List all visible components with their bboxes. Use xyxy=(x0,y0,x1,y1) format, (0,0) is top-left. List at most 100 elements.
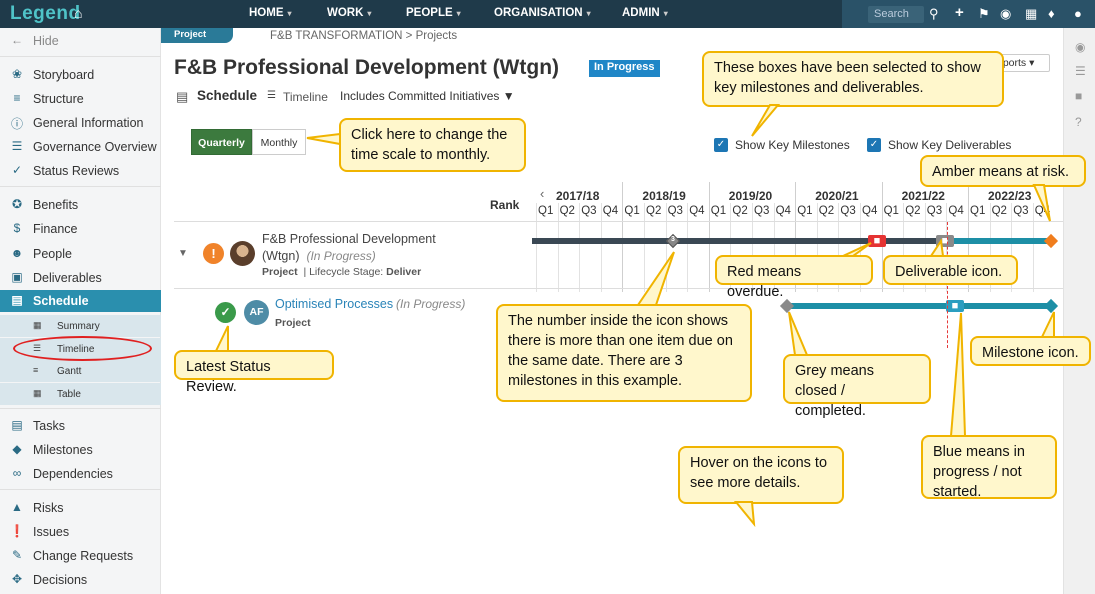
callout-latest-status: Latest Status Review. xyxy=(174,325,334,395)
grid-line xyxy=(536,203,537,292)
quarter-label: Q3 xyxy=(667,205,683,217)
milestone-in-progress-icon[interactable] xyxy=(1043,298,1059,314)
user-icon[interactable]: ● xyxy=(1074,6,1082,21)
arrow-left-icon: ← xyxy=(11,33,23,47)
status-review-ok-icon[interactable]: ✓ xyxy=(215,302,236,323)
change-icon: ✎ xyxy=(11,548,23,562)
document-icon[interactable]: ▦ xyxy=(1025,6,1037,22)
sidebar-item-dependencies[interactable]: ∞ Dependencies xyxy=(0,463,161,485)
project-tab[interactable]: Project xyxy=(161,28,233,43)
sidebar-item-deliverables[interactable]: ▣ Deliverables xyxy=(0,267,161,289)
check-double-icon: ✓ xyxy=(11,163,23,177)
quarter-label: Q1 xyxy=(538,205,554,217)
sidebar-item-governance-overview[interactable]: ☰ Governance Overview xyxy=(0,136,161,158)
quarter-label: Q1 xyxy=(624,205,640,217)
quarter-label: Q2 xyxy=(905,205,921,217)
project-row-status: (In Progress) xyxy=(396,297,466,311)
sidebar-subitem-table[interactable]: ▦ Table xyxy=(0,383,161,405)
link-icon: ∞ xyxy=(12,466,22,480)
sidebar-item-general-information[interactable]: ⓘ General Information xyxy=(0,112,161,134)
sidebar-item-structure[interactable]: ≡ Structure xyxy=(0,88,161,110)
search-input[interactable]: Search xyxy=(868,6,924,23)
chat-icon[interactable]: ◉ xyxy=(1000,6,1011,22)
quarter-label: Q2 xyxy=(559,205,575,217)
sidebar-item-issues[interactable]: ❗ Issues xyxy=(0,521,161,543)
grid-line xyxy=(708,182,710,292)
info-icon: ⓘ xyxy=(10,117,23,131)
rank-header[interactable]: Rank xyxy=(490,198,519,212)
chevron-down-icon: ▾ xyxy=(586,9,591,18)
gantt-header-divider xyxy=(174,221,1063,222)
show-milestones-label: Show Key Milestones xyxy=(735,138,850,152)
sidebar-subitem-summary[interactable]: ▦ Summary xyxy=(0,315,161,337)
help-icon[interactable]: ? xyxy=(1075,115,1082,129)
chevron-down-icon: ▾ xyxy=(367,9,372,18)
quarter-label: Q1 xyxy=(710,205,727,217)
nav-work[interactable]: WORK ▾ xyxy=(327,7,371,19)
comment-icon[interactable]: ◉ xyxy=(1075,40,1085,54)
sidebar-item-finance[interactable]: $ Finance xyxy=(0,218,161,240)
sidebar-item-milestones[interactable]: ◆ Milestones xyxy=(0,439,161,461)
monthly-button[interactable]: Monthly xyxy=(252,129,306,155)
collapse-caret-icon[interactable]: ▼ xyxy=(178,248,188,259)
sidebar-item-change-requests[interactable]: ✎ Change Requests xyxy=(0,545,161,567)
list-icon[interactable]: ☰ xyxy=(1075,64,1086,78)
avatar[interactable] xyxy=(230,241,255,266)
project-row-name[interactable]: F&B Professional Development (Wtgn) (In P… xyxy=(262,231,442,265)
page-title: F&B Professional Development (Wtgn) xyxy=(174,56,560,79)
sidebar-item-status-reviews[interactable]: ✓ Status Reviews xyxy=(0,160,161,182)
callout-grey: Grey means closed / completed. xyxy=(783,311,931,419)
sidebar-subitem-gantt[interactable]: ≡ Gantt xyxy=(0,360,161,382)
deliverable-overdue-icon[interactable]: ■ xyxy=(868,235,886,247)
show-milestones-checkbox[interactable]: ✓ xyxy=(714,138,728,152)
breadcrumb[interactable]: F&B TRANSFORMATION > Projects xyxy=(270,30,457,42)
sidebar-hide[interactable]: ← Hide xyxy=(0,30,161,52)
sidebar-item-benefits[interactable]: ✪ Benefits xyxy=(0,194,161,216)
grid-line xyxy=(579,203,581,292)
schedule-label: Schedule xyxy=(197,88,258,103)
quarter-label: Q4 xyxy=(775,205,791,217)
sidebar-item-schedule[interactable]: ▤ Schedule xyxy=(0,290,161,312)
status-badge: In Progress xyxy=(589,60,660,77)
search-icon[interactable]: ⚲ xyxy=(929,6,939,22)
show-deliverables-label: Show Key Deliverables xyxy=(888,138,1012,152)
status-review-alert-icon[interactable]: ! xyxy=(203,243,224,264)
nav-admin[interactable]: ADMIN ▾ xyxy=(622,7,668,19)
avatar[interactable]: AF xyxy=(244,300,269,325)
year-label: 2019/20 xyxy=(728,189,773,203)
quarter-label: Q3 xyxy=(840,205,856,217)
bookmark-icon[interactable]: ⚑ xyxy=(978,6,990,22)
quarter-label: Q2 xyxy=(732,205,748,217)
includes-dropdown[interactable]: Includes Committed Initiatives ▼ xyxy=(340,89,515,103)
show-deliverables-checkbox[interactable]: ✓ xyxy=(867,138,881,152)
sidebar-item-risks[interactable]: ▲ Risks xyxy=(0,497,161,519)
quarter-label: Q1 xyxy=(883,205,899,217)
bell-icon[interactable]: ♦ xyxy=(1048,6,1055,21)
sidebar-item-storyboard[interactable]: ❀ Storyboard xyxy=(0,64,161,86)
diamond-icon: ◆ xyxy=(12,442,22,456)
project-link-optimised-processes[interactable]: Optimised Processes xyxy=(275,297,393,311)
lock-icon[interactable]: ■ xyxy=(1075,89,1082,103)
chevron-down-icon: ▾ xyxy=(663,9,668,18)
sidebar-item-decisions[interactable]: ✥ Decisions xyxy=(0,569,161,591)
quarterly-button[interactable]: Quarterly xyxy=(191,129,252,155)
chevron-left-icon[interactable]: ‹ xyxy=(540,186,544,201)
quarter-label: Q4 xyxy=(948,205,964,217)
plus-icon[interactable]: + xyxy=(955,4,964,21)
sidebar-item-tasks[interactable]: ▤ Tasks xyxy=(0,415,161,437)
nav-people[interactable]: PEOPLE ▾ xyxy=(406,7,461,19)
alert-icon: ❗ xyxy=(9,524,25,538)
quarter-label: Q4 xyxy=(602,205,619,217)
app-logo[interactable]: Legend xyxy=(10,3,81,25)
home-icon[interactable]: ⌂ xyxy=(74,5,82,21)
right-rail xyxy=(1063,28,1095,594)
nav-home[interactable]: HOME ▾ xyxy=(249,7,292,19)
deliverable-in-progress-icon[interactable]: ■ xyxy=(946,300,964,312)
milestone-closed-icon[interactable] xyxy=(779,298,795,314)
nav-organisation[interactable]: ORGANISATION ▾ xyxy=(494,7,591,19)
grid-line xyxy=(1032,203,1034,292)
milestone-at-risk-icon[interactable] xyxy=(1043,233,1059,249)
sidebar-item-people[interactable]: ☻ People xyxy=(0,243,161,265)
award-icon: ✪ xyxy=(11,197,23,211)
grid-line xyxy=(622,182,624,292)
